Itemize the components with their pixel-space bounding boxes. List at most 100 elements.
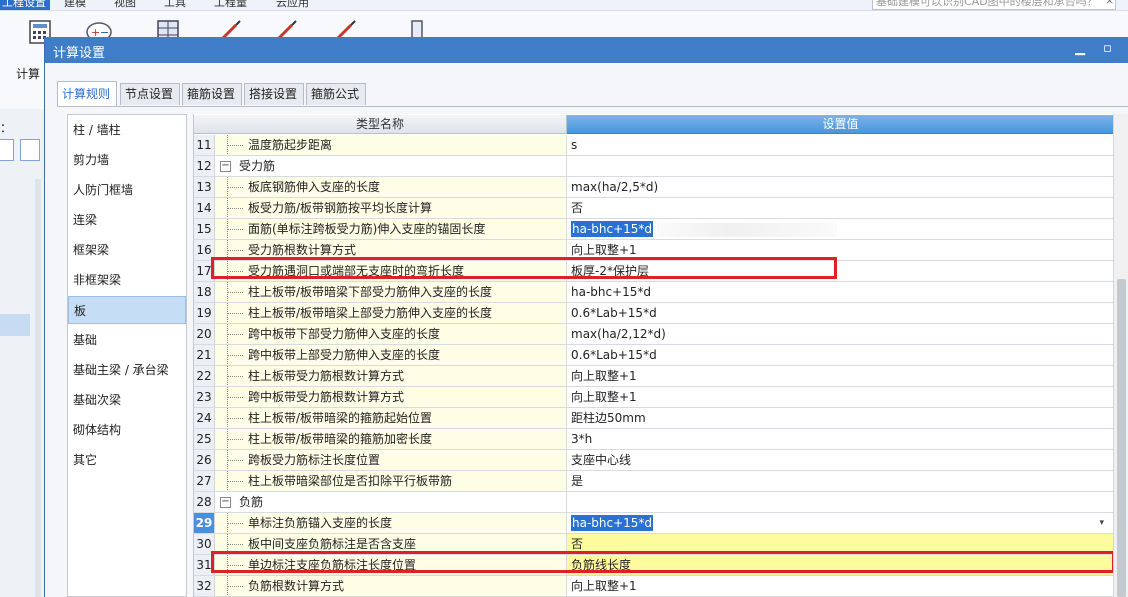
table-row[interactable]: 29 单标注负筋锚入支座的长度 ha-bhc+15*d ▾ [194, 513, 1113, 534]
tab-lap-settings[interactable]: 搭接设置 [244, 83, 304, 105]
column-header-value[interactable]: 设置值 [567, 115, 1113, 134]
row-value-cell[interactable]: 板厚-2*保护层 [567, 261, 1113, 281]
row-value-cell[interactable]: ha-bhc+15*d [567, 282, 1113, 302]
row-name-cell[interactable]: 柱上板带/板带暗梁的箍筋加密长度 [215, 429, 567, 449]
column-header-name[interactable]: 类型名称 [194, 115, 567, 134]
tab-stirrup-settings[interactable]: 箍筋设置 [182, 83, 242, 105]
table-row[interactable]: 25 柱上板带/板带暗梁的箍筋加密长度 3*h [194, 429, 1113, 450]
row-value-cell[interactable] [567, 492, 1113, 512]
category-coupling-beam[interactable]: 连梁 [68, 206, 186, 234]
row-value-cell[interactable]: 负筋线长度 [567, 555, 1113, 575]
row-name-cell[interactable]: 板受力筋/板带钢筋按平均长度计算 [215, 198, 567, 218]
grid-view-button[interactable] [20, 139, 40, 161]
collapse-icon[interactable]: − [220, 161, 231, 172]
row-value-cell[interactable]: 是 [567, 471, 1113, 491]
row-name-cell[interactable]: 受力筋遇洞口或端部无支座时的弯折长度 [215, 261, 567, 281]
table-row[interactable]: 20 跨中板带下部受力筋伸入支座的长度 max(ha/2,12*d) [194, 324, 1113, 345]
row-value-cell[interactable]: max(ha/2,12*d) [567, 324, 1113, 344]
category-slab[interactable]: 板 [68, 296, 186, 324]
row-value-cell[interactable]: 支座中心线 [567, 450, 1113, 470]
dialog-titlebar[interactable]: 计算设置 ▁ ▫ [45, 37, 1128, 63]
row-value-cell[interactable]: 距柱边50mm [567, 408, 1113, 428]
row-name-cell[interactable]: 柱上板带暗梁部位是否扣除平行板带筋 [215, 471, 567, 491]
table-row[interactable]: 31 单边标注支座负筋标注长度位置 负筋线长度 [194, 555, 1113, 576]
category-foundation-main-beam[interactable]: 基础主梁 / 承台梁 [68, 356, 186, 384]
table-row[interactable]: 30 板中间支座负筋标注是否含支座 否 [194, 534, 1113, 555]
row-name-cell[interactable]: 跨中板带上部受力筋伸入支座的长度 [215, 345, 567, 365]
row-name-cell[interactable]: 板中间支座负筋标注是否含支座 [215, 534, 567, 554]
category-masonry[interactable]: 砌体结构 [68, 416, 186, 444]
row-value-cell[interactable]: 0.6*Lab+15*d [567, 303, 1113, 323]
menu-view[interactable]: 视图 [114, 0, 136, 10]
category-shear-wall[interactable]: 剪力墙 [68, 146, 186, 174]
row-name-cell[interactable]: 柱上板带/板带暗梁的箍筋起始位置 [215, 408, 567, 428]
row-name-cell[interactable]: 温度筋起步距离 [215, 135, 567, 155]
row-name-cell[interactable]: 面筋(单标注跨板受力筋)伸入支座的锚固长度 [215, 219, 567, 239]
row-name-cell[interactable]: − 受力筋 [215, 156, 567, 176]
maximize-icon[interactable]: ▫ [1103, 41, 1112, 56]
table-row[interactable]: 14 板受力筋/板带钢筋按平均长度计算 否 [194, 198, 1113, 219]
table-row[interactable]: 19 柱上板带/板带暗梁上部受力筋伸入支座的长度 0.6*Lab+15*d [194, 303, 1113, 324]
row-name-cell[interactable]: 柱上板带/板带暗梁下部受力筋伸入支座的长度 [215, 282, 567, 302]
minimize-icon[interactable]: ▁ [1075, 41, 1085, 56]
row-name-cell[interactable]: 跨中板带下部受力筋伸入支座的长度 [215, 324, 567, 344]
menu-project-settings[interactable]: 工程设置 [0, 0, 50, 10]
row-name-cell[interactable]: 单边标注支座负筋标注长度位置 [215, 555, 567, 575]
row-name-cell[interactable]: 柱上板带/板带暗梁上部受力筋伸入支座的长度 [215, 303, 567, 323]
category-other[interactable]: 其它 [68, 446, 186, 474]
row-value-cell[interactable]: 向上取整+1 [567, 240, 1113, 260]
row-name-cell[interactable]: 柱上板带受力筋根数计算方式 [215, 366, 567, 386]
row-value-cell[interactable]: 向上取整+1 [567, 576, 1113, 596]
scrollbar-thumb[interactable] [1117, 279, 1126, 597]
category-column[interactable]: 柱 / 墙柱 [68, 116, 186, 144]
menu-cloud[interactable]: 云应用 [276, 0, 309, 10]
list-view-button[interactable] [0, 139, 14, 161]
table-row[interactable]: 26 跨板受力筋标注长度位置 支座中心线 [194, 450, 1113, 471]
row-name-cell[interactable]: 单标注负筋锚入支座的长度 [215, 513, 567, 533]
table-row[interactable]: 17 受力筋遇洞口或端部无支座时的弯折长度 板厚-2*保护层 [194, 261, 1113, 282]
row-value-cell[interactable]: ha-bhc+15*d [567, 219, 1113, 239]
row-name-cell[interactable]: 受力筋根数计算方式 [215, 240, 567, 260]
table-row[interactable]: 12− 受力筋 [194, 156, 1113, 177]
row-name-cell[interactable]: 跨板受力筋标注长度位置 [215, 450, 567, 470]
tab-stirrup-formula[interactable]: 箍筋公式 [306, 83, 366, 105]
row-value-cell[interactable]: 否 [567, 534, 1113, 554]
chevron-down-icon[interactable]: ▾ [1099, 513, 1104, 533]
row-value-cell[interactable]: 0.6*Lab+15*d [567, 345, 1113, 365]
tab-calc-rules[interactable]: 计算规则 [57, 81, 117, 107]
tab-node-settings[interactable]: 节点设置 [120, 83, 180, 105]
category-foundation[interactable]: 基础 [68, 326, 186, 354]
table-row[interactable]: 16 受力筋根数计算方式 向上取整+1 [194, 240, 1113, 261]
menu-quantity[interactable]: 工程量 [214, 0, 247, 10]
table-row[interactable]: 23 跨中板带受力筋根数计算方式 向上取整+1 [194, 387, 1113, 408]
table-row[interactable]: 28− 负筋 [194, 492, 1113, 513]
category-non-frame-beam[interactable]: 非框架梁 [68, 266, 186, 294]
row-value-cell[interactable]: 3*h [567, 429, 1113, 449]
collapse-icon[interactable]: − [220, 497, 231, 508]
menu-modeling[interactable]: 建模 [64, 0, 86, 10]
grid-scrollbar[interactable] [1113, 114, 1128, 597]
table-row[interactable]: 27 柱上板带暗梁部位是否扣除平行板带筋 是 [194, 471, 1113, 492]
table-row[interactable]: 15 面筋(单标注跨板受力筋)伸入支座的锚固长度 ha-bhc+15*d [194, 219, 1113, 240]
row-value-cell[interactable]: s [567, 135, 1113, 155]
help-search-input[interactable]: 基础建模可以识别CAD图中的楼层和承台吗？ [872, 0, 1116, 10]
left-panel-scrollbar[interactable] [35, 179, 41, 597]
row-value-cell[interactable]: ha-bhc+15*d ▾ [567, 513, 1113, 533]
table-row[interactable]: 13 板底钢筋伸入支座的长度 max(ha/2,5*d) [194, 177, 1113, 198]
row-value-cell[interactable]: 否 [567, 198, 1113, 218]
table-row[interactable]: 11 温度筋起步距离 s [194, 135, 1113, 156]
table-row[interactable]: 32 负筋根数计算方式 向上取整+1 [194, 576, 1113, 597]
row-value-cell[interactable]: 向上取整+1 [567, 387, 1113, 407]
category-civil-defense-door[interactable]: 人防门框墙 [68, 176, 186, 204]
menu-tools[interactable]: 工具 [164, 0, 186, 10]
row-name-cell[interactable]: − 负筋 [215, 492, 567, 512]
table-row[interactable]: 21 跨中板带上部受力筋伸入支座的长度 0.6*Lab+15*d [194, 345, 1113, 366]
table-row[interactable]: 18 柱上板带/板带暗梁下部受力筋伸入支座的长度 ha-bhc+15*d [194, 282, 1113, 303]
category-foundation-secondary-beam[interactable]: 基础次梁 [68, 386, 186, 414]
table-row[interactable]: 22 柱上板带受力筋根数计算方式 向上取整+1 [194, 366, 1113, 387]
table-row[interactable]: 24 柱上板带/板带暗梁的箍筋起始位置 距柱边50mm [194, 408, 1113, 429]
search-close-icon[interactable]: × [1105, 0, 1114, 7]
row-name-cell[interactable]: 板底钢筋伸入支座的长度 [215, 177, 567, 197]
row-value-cell[interactable]: max(ha/2,5*d) [567, 177, 1113, 197]
row-value-cell[interactable] [567, 156, 1113, 176]
